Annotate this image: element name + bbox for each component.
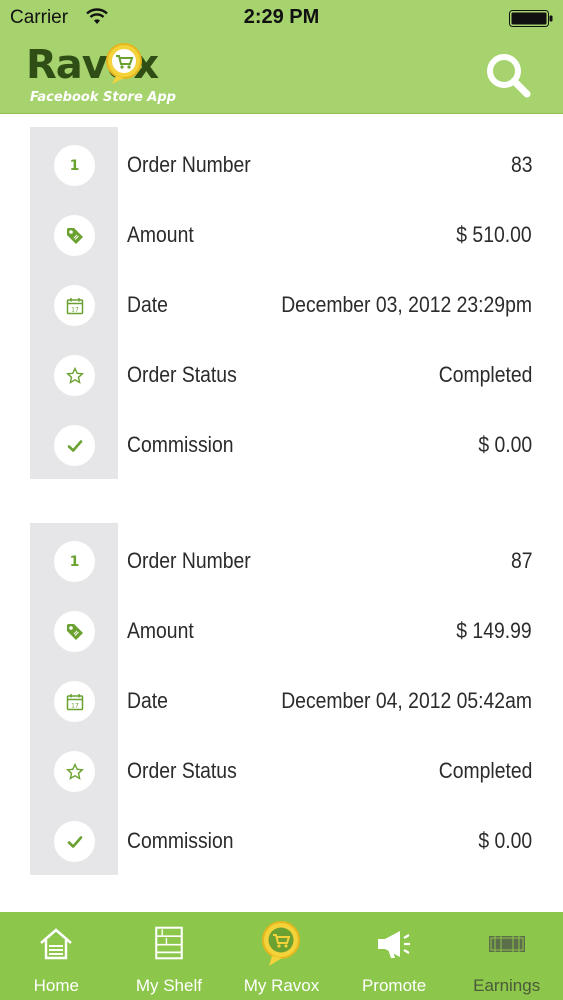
cart-bubble-icon: [106, 43, 142, 84]
price-tag-icon: [54, 611, 95, 652]
date-row: 17 Date December 04, 2012 05:42am: [30, 666, 563, 736]
ravox-logo: Ravox Facebook Store App: [26, 40, 176, 110]
date-value: December 03, 2012 23:29pm: [281, 292, 532, 317]
tab-my-shelf[interactable]: My Shelf: [113, 912, 226, 1000]
checkmark-icon: [54, 821, 95, 862]
money-icon: [488, 936, 525, 952]
row-label: Order Status: [127, 362, 237, 387]
tab-label: My Ravox: [243, 976, 320, 995]
row-label: Amount: [127, 222, 194, 247]
ravox-cart-icon: [262, 921, 301, 966]
logo-tagline: Facebook Store App: [30, 90, 176, 105]
star-icon: [54, 355, 95, 396]
row-label: Order Number: [127, 548, 251, 573]
amount-value: $ 149.99: [456, 618, 532, 643]
tab-bar: Home My Shelf My Ravox Promote Earnings: [0, 912, 563, 1000]
megaphone-icon: [378, 931, 411, 958]
date-row: 17 Date December 03, 2012 23:29pm: [30, 270, 563, 340]
clock: 2:29 PM: [243, 6, 320, 28]
order-number-row: 1 Order Number 83: [30, 130, 563, 200]
svg-text:17: 17: [71, 306, 79, 313]
amount-value: $ 510.00: [456, 222, 532, 247]
date-value: December 04, 2012 05:42am: [281, 688, 532, 713]
status-bar: Carrier 2:29 PM: [0, 0, 563, 36]
battery-icon: [509, 10, 553, 27]
commission-row: Commission $ 0.00: [30, 410, 563, 480]
shelf-icon: [155, 926, 183, 960]
tab-home[interactable]: Home: [0, 912, 113, 1000]
app-header: Ravox Facebook Store App: [0, 36, 563, 114]
order-number-value: 87: [510, 548, 532, 573]
home-icon: [40, 928, 73, 960]
order-number-row: 1 Order Number 87: [30, 526, 563, 596]
row-label: Amount: [127, 618, 194, 643]
amount-row: Amount $ 510.00: [30, 200, 563, 270]
row-label: Commission: [127, 432, 234, 457]
amount-row: Amount $ 149.99: [30, 596, 563, 666]
tab-my-ravox[interactable]: My Ravox: [225, 912, 338, 1000]
price-tag-icon: [54, 215, 95, 256]
calendar-icon: 17: [54, 285, 95, 326]
tab-label: Home: [33, 976, 79, 995]
star-icon: [54, 751, 95, 792]
number-one-icon: 1: [54, 541, 95, 582]
search-icon[interactable]: [485, 52, 531, 98]
tab-label: My Shelf: [135, 976, 202, 995]
row-label: Commission: [127, 828, 234, 853]
number-one-icon: 1: [54, 145, 95, 186]
order-status-row: Order Status Completed: [30, 340, 563, 410]
orders-list[interactable]: 1 Order Number 83 Amount $ 510.00 17 Dat…: [0, 115, 563, 912]
calendar-icon: 17: [54, 681, 95, 722]
tab-label: Promote: [361, 976, 427, 995]
row-label: Date: [127, 292, 168, 317]
row-label: Order Number: [127, 152, 251, 177]
row-label: Date: [127, 688, 168, 713]
tab-earnings[interactable]: Earnings: [450, 912, 563, 1000]
checkmark-icon: [54, 425, 95, 466]
commission-row: Commission $ 0.00: [30, 806, 563, 876]
tab-promote[interactable]: Promote: [338, 912, 451, 1000]
status-value: Completed: [438, 362, 532, 387]
order-status-row: Order Status Completed: [30, 736, 563, 806]
row-label: Order Status: [127, 758, 237, 783]
commission-value: $ 0.00: [478, 828, 532, 853]
order-number-value: 83: [510, 152, 532, 177]
commission-value: $ 0.00: [478, 432, 532, 457]
svg-text:17: 17: [71, 702, 79, 709]
order-card[interactable]: 1 Order Number 87 Amount $ 149.99 17 Dat…: [30, 523, 563, 875]
order-card[interactable]: 1 Order Number 83 Amount $ 510.00 17 Dat…: [30, 127, 563, 479]
tab-label: Earnings: [473, 976, 541, 995]
status-value: Completed: [438, 758, 532, 783]
